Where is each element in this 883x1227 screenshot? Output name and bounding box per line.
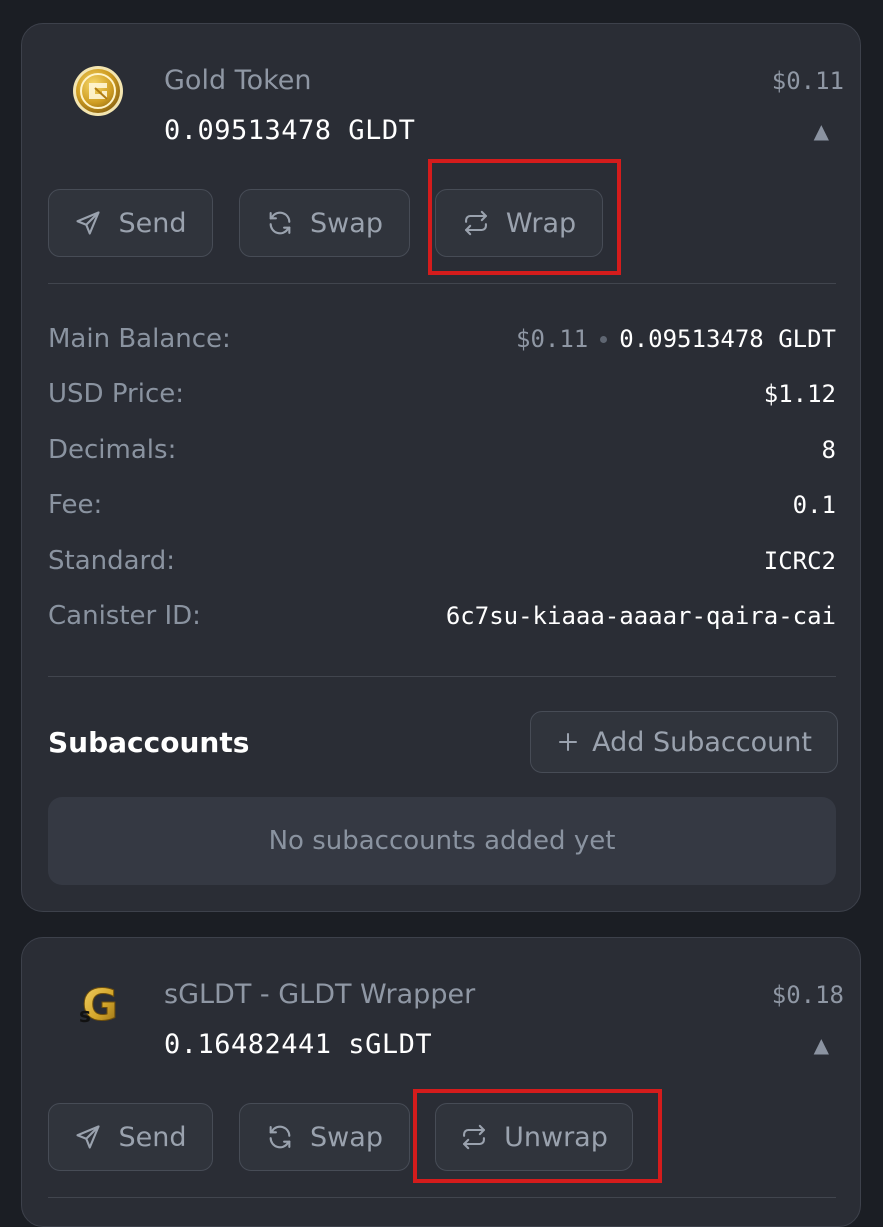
subaccounts-empty-state: No subaccounts added yet [48,797,836,885]
token-card-gldt: Gold Token 0.09513478 GLDT $0.11 ▲ Send … [21,23,861,912]
paper-plane-icon [74,209,102,237]
usd-price-value: $1.12 [763,380,836,408]
wrap-button[interactable]: Wrap [435,189,603,257]
refresh-icon [266,1123,294,1151]
detail-row-standard: Standard: ICRC2 [48,543,836,579]
collapse-arrow-icon[interactable]: ▲ [814,1035,829,1055]
detail-row-main-balance: Main Balance: $0.11 0.09513478 GLDT [48,321,836,357]
standard-label: Standard: [48,546,176,576]
detail-row-usd-price: USD Price: $1.12 [48,376,836,412]
fee-label: Fee: [48,490,103,520]
arrows-exchange-icon [462,209,490,237]
svg-text:s: s [79,1003,91,1027]
fee-value: 0.1 [792,491,836,519]
main-balance-label: Main Balance: [48,324,231,354]
detail-row-canister-id: Canister ID: 6c7su-kiaaa-aaaar-qaira-cai [48,598,836,634]
decimals-value: 8 [821,436,836,464]
main-balance-usd: $0.11 [516,325,589,353]
arrows-exchange-icon [460,1123,488,1151]
token-usd-value: $0.11 [771,67,844,95]
refresh-icon [266,209,294,237]
token-name: Gold Token [164,65,312,96]
divider [48,283,836,284]
swap-button-label: Swap [310,207,383,239]
main-balance-value: $0.11 0.09513478 GLDT [516,325,836,353]
send-button-label: Send [118,207,187,239]
wrap-button-label: Wrap [505,207,577,239]
sgldt-logo: G s [73,980,123,1032]
collapse-arrow-icon[interactable]: ▲ [814,121,829,141]
swap-button[interactable]: Swap [239,1103,410,1171]
token-usd-value: $0.18 [771,981,844,1009]
usd-price-label: USD Price: [48,379,185,409]
plus-icon [556,730,580,754]
token-name: sGLDT - GLDT Wrapper [164,979,476,1010]
detail-row-fee: Fee: 0.1 [48,487,836,523]
token-card-sgldt: G s sGLDT - GLDT Wrapper 0.16482441 sGLD… [21,937,861,1227]
canister-id-label: Canister ID: [48,601,201,631]
add-subaccount-button[interactable]: Add Subaccount [530,711,838,773]
main-balance-amount: 0.09513478 GLDT [619,325,836,353]
decimals-label: Decimals: [48,435,177,465]
token-balance: 0.16482441 sGLDT [164,1029,433,1060]
unwrap-button[interactable]: Unwrap [435,1103,633,1171]
divider [48,676,836,677]
unwrap-button-label: Unwrap [504,1121,608,1153]
paper-plane-icon [74,1123,102,1151]
standard-value: ICRC2 [763,547,836,575]
send-button[interactable]: Send [48,1103,213,1171]
gold-token-logo [73,66,123,116]
detail-row-decimals: Decimals: 8 [48,432,836,468]
send-button-label: Send [118,1121,187,1153]
send-button[interactable]: Send [48,189,213,257]
token-balance: 0.09513478 GLDT [164,115,416,146]
swap-button-label: Swap [310,1121,383,1153]
add-subaccount-label: Add Subaccount [592,726,812,758]
divider [48,1197,836,1198]
swap-button[interactable]: Swap [239,189,410,257]
canister-id-value[interactable]: 6c7su-kiaaa-aaaar-qaira-cai [446,602,836,630]
subaccounts-title: Subaccounts [48,726,250,759]
separator-dot [600,335,608,343]
